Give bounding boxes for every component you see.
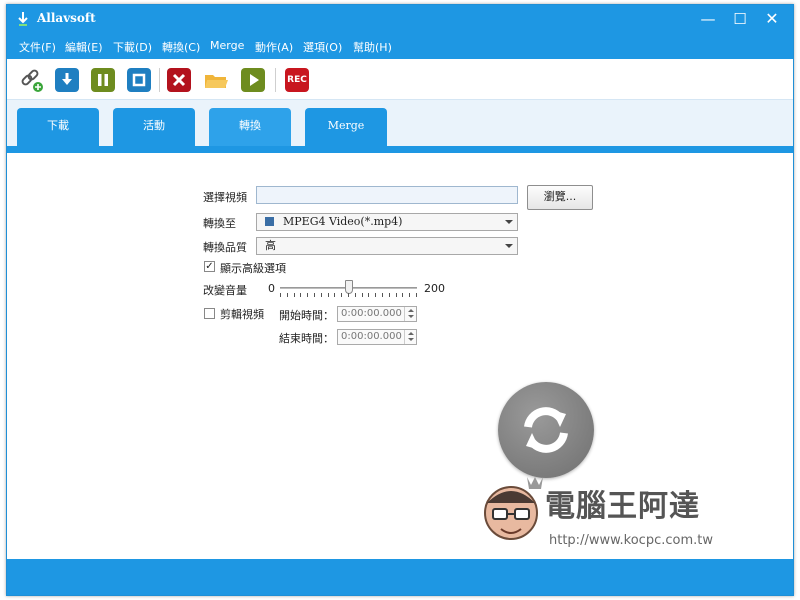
spin-buttons-icon[interactable] bbox=[404, 307, 416, 321]
slider-tick bbox=[355, 293, 356, 297]
spin-buttons-icon[interactable] bbox=[404, 330, 416, 344]
slider-tick bbox=[294, 293, 295, 297]
watermark-url: http://www.kocpc.com.tw bbox=[549, 533, 713, 548]
slider-tick bbox=[280, 293, 281, 297]
menu-help[interactable]: 幫助(H) bbox=[353, 39, 392, 55]
video-format-icon bbox=[265, 217, 274, 226]
volume-slider-thumb[interactable] bbox=[345, 280, 353, 294]
slider-tick bbox=[362, 293, 363, 297]
end-time-label: 結束時間： bbox=[279, 332, 334, 345]
window-title: Allavsoft bbox=[37, 11, 96, 25]
volume-label: 改變音量 bbox=[203, 284, 247, 297]
slider-tick bbox=[396, 293, 397, 297]
slider-tick bbox=[416, 293, 417, 297]
menu-convert[interactable]: 轉換(C) bbox=[162, 39, 200, 55]
format-select-value: MPEG4 Video(*.mp4) bbox=[283, 215, 403, 228]
toolbar-separator bbox=[159, 68, 160, 92]
watermark-mascot-icon bbox=[484, 477, 543, 540]
toolbar: REC bbox=[7, 59, 793, 99]
app-window: Allavsoft — ☐ ✕ 文件(F) 編輯(E) 下載(D) 轉換(C) … bbox=[6, 4, 794, 596]
toolbar-separator bbox=[275, 68, 276, 92]
app-logo-icon bbox=[18, 12, 28, 26]
tab-activity[interactable]: 活動 bbox=[113, 108, 195, 146]
folder-icon[interactable] bbox=[203, 68, 228, 92]
select-video-label: 選擇視頻 bbox=[203, 191, 247, 204]
convert-to-label: 轉換至 bbox=[203, 217, 236, 230]
slider-tick bbox=[402, 293, 403, 297]
slider-tick bbox=[287, 293, 288, 297]
convert-button[interactable] bbox=[498, 382, 594, 478]
quality-select[interactable]: 高 bbox=[256, 237, 518, 255]
trim-video-label: 剪輯視頻 bbox=[220, 308, 264, 321]
slider-tick bbox=[321, 293, 322, 297]
start-time-input[interactable]: 0:00:00.000 bbox=[337, 306, 417, 322]
status-bar bbox=[7, 559, 793, 595]
refresh-icon bbox=[524, 407, 568, 453]
menu-file[interactable]: 文件(F) bbox=[19, 39, 56, 55]
tab-strip: 下載 活動 轉換 Merge bbox=[7, 99, 793, 157]
maximize-button[interactable]: ☐ bbox=[727, 8, 753, 30]
slider-tick bbox=[314, 293, 315, 297]
tab-convert[interactable]: 轉換 bbox=[209, 108, 291, 146]
slider-tick bbox=[307, 293, 308, 297]
pause-icon[interactable] bbox=[91, 68, 115, 92]
tab-download[interactable]: 下載 bbox=[17, 108, 99, 146]
slider-tick bbox=[348, 293, 349, 297]
menu-options[interactable]: 選項(O) bbox=[303, 39, 342, 55]
end-time-value: 0:00:00.000 bbox=[341, 331, 402, 342]
volume-max-label: 200 bbox=[424, 282, 445, 295]
tab-merge[interactable]: Merge bbox=[305, 108, 387, 146]
menu-bar: 文件(F) 編輯(E) 下載(D) 轉換(C) Merge 動作(A) 選項(O… bbox=[7, 33, 793, 59]
slider-tick bbox=[409, 293, 410, 297]
trim-video-checkbox[interactable] bbox=[204, 308, 215, 319]
slider-tick bbox=[382, 293, 383, 297]
play-icon[interactable] bbox=[241, 68, 265, 92]
paste-link-icon[interactable] bbox=[19, 68, 43, 92]
menu-merge[interactable]: Merge bbox=[210, 39, 244, 52]
slider-tick bbox=[300, 293, 301, 297]
menu-download[interactable]: 下載(D) bbox=[113, 39, 152, 55]
minimize-button[interactable]: — bbox=[695, 8, 721, 30]
end-time-input[interactable]: 0:00:00.000 bbox=[337, 329, 417, 345]
delete-icon[interactable] bbox=[167, 68, 191, 92]
record-icon[interactable]: REC bbox=[285, 68, 309, 92]
slider-tick bbox=[368, 293, 369, 297]
slider-tick bbox=[334, 293, 335, 297]
slider-tick bbox=[375, 293, 376, 297]
menu-action[interactable]: 動作(A) bbox=[255, 39, 293, 55]
watermark: 電腦王阿達 http://www.kocpc.com.tw bbox=[475, 473, 765, 557]
volume-min-label: 0 bbox=[268, 282, 275, 295]
show-advanced-label: 顯示高級選項 bbox=[220, 262, 286, 275]
chevron-down-icon bbox=[505, 244, 513, 248]
format-select[interactable]: MPEG4 Video(*.mp4) bbox=[256, 213, 518, 231]
stop-icon[interactable] bbox=[127, 68, 151, 92]
video-file-input[interactable] bbox=[256, 186, 518, 204]
slider-tick bbox=[341, 293, 342, 297]
start-time-value: 0:00:00.000 bbox=[341, 308, 402, 319]
show-advanced-checkbox[interactable]: ✓ bbox=[204, 261, 215, 272]
slider-tick bbox=[328, 293, 329, 297]
start-time-label: 開始時間： bbox=[279, 309, 334, 322]
menu-edit[interactable]: 編輯(E) bbox=[65, 39, 103, 55]
quality-label: 轉換品質 bbox=[203, 241, 247, 254]
download-icon[interactable] bbox=[55, 68, 79, 92]
chevron-down-icon bbox=[505, 220, 513, 224]
slider-tick bbox=[389, 293, 390, 297]
close-button[interactable]: ✕ bbox=[759, 8, 785, 30]
browse-button[interactable]: 瀏覽... bbox=[527, 185, 593, 210]
watermark-title: 電腦王阿達 bbox=[545, 489, 700, 524]
quality-select-value: 高 bbox=[265, 239, 276, 252]
convert-panel: 選擇視頻 瀏覽... 轉換至 MPEG4 Video(*.mp4) 轉換品質 高… bbox=[7, 153, 793, 559]
title-bar[interactable]: Allavsoft — ☐ ✕ bbox=[7, 5, 793, 33]
volume-slider-ticks bbox=[280, 293, 417, 298]
